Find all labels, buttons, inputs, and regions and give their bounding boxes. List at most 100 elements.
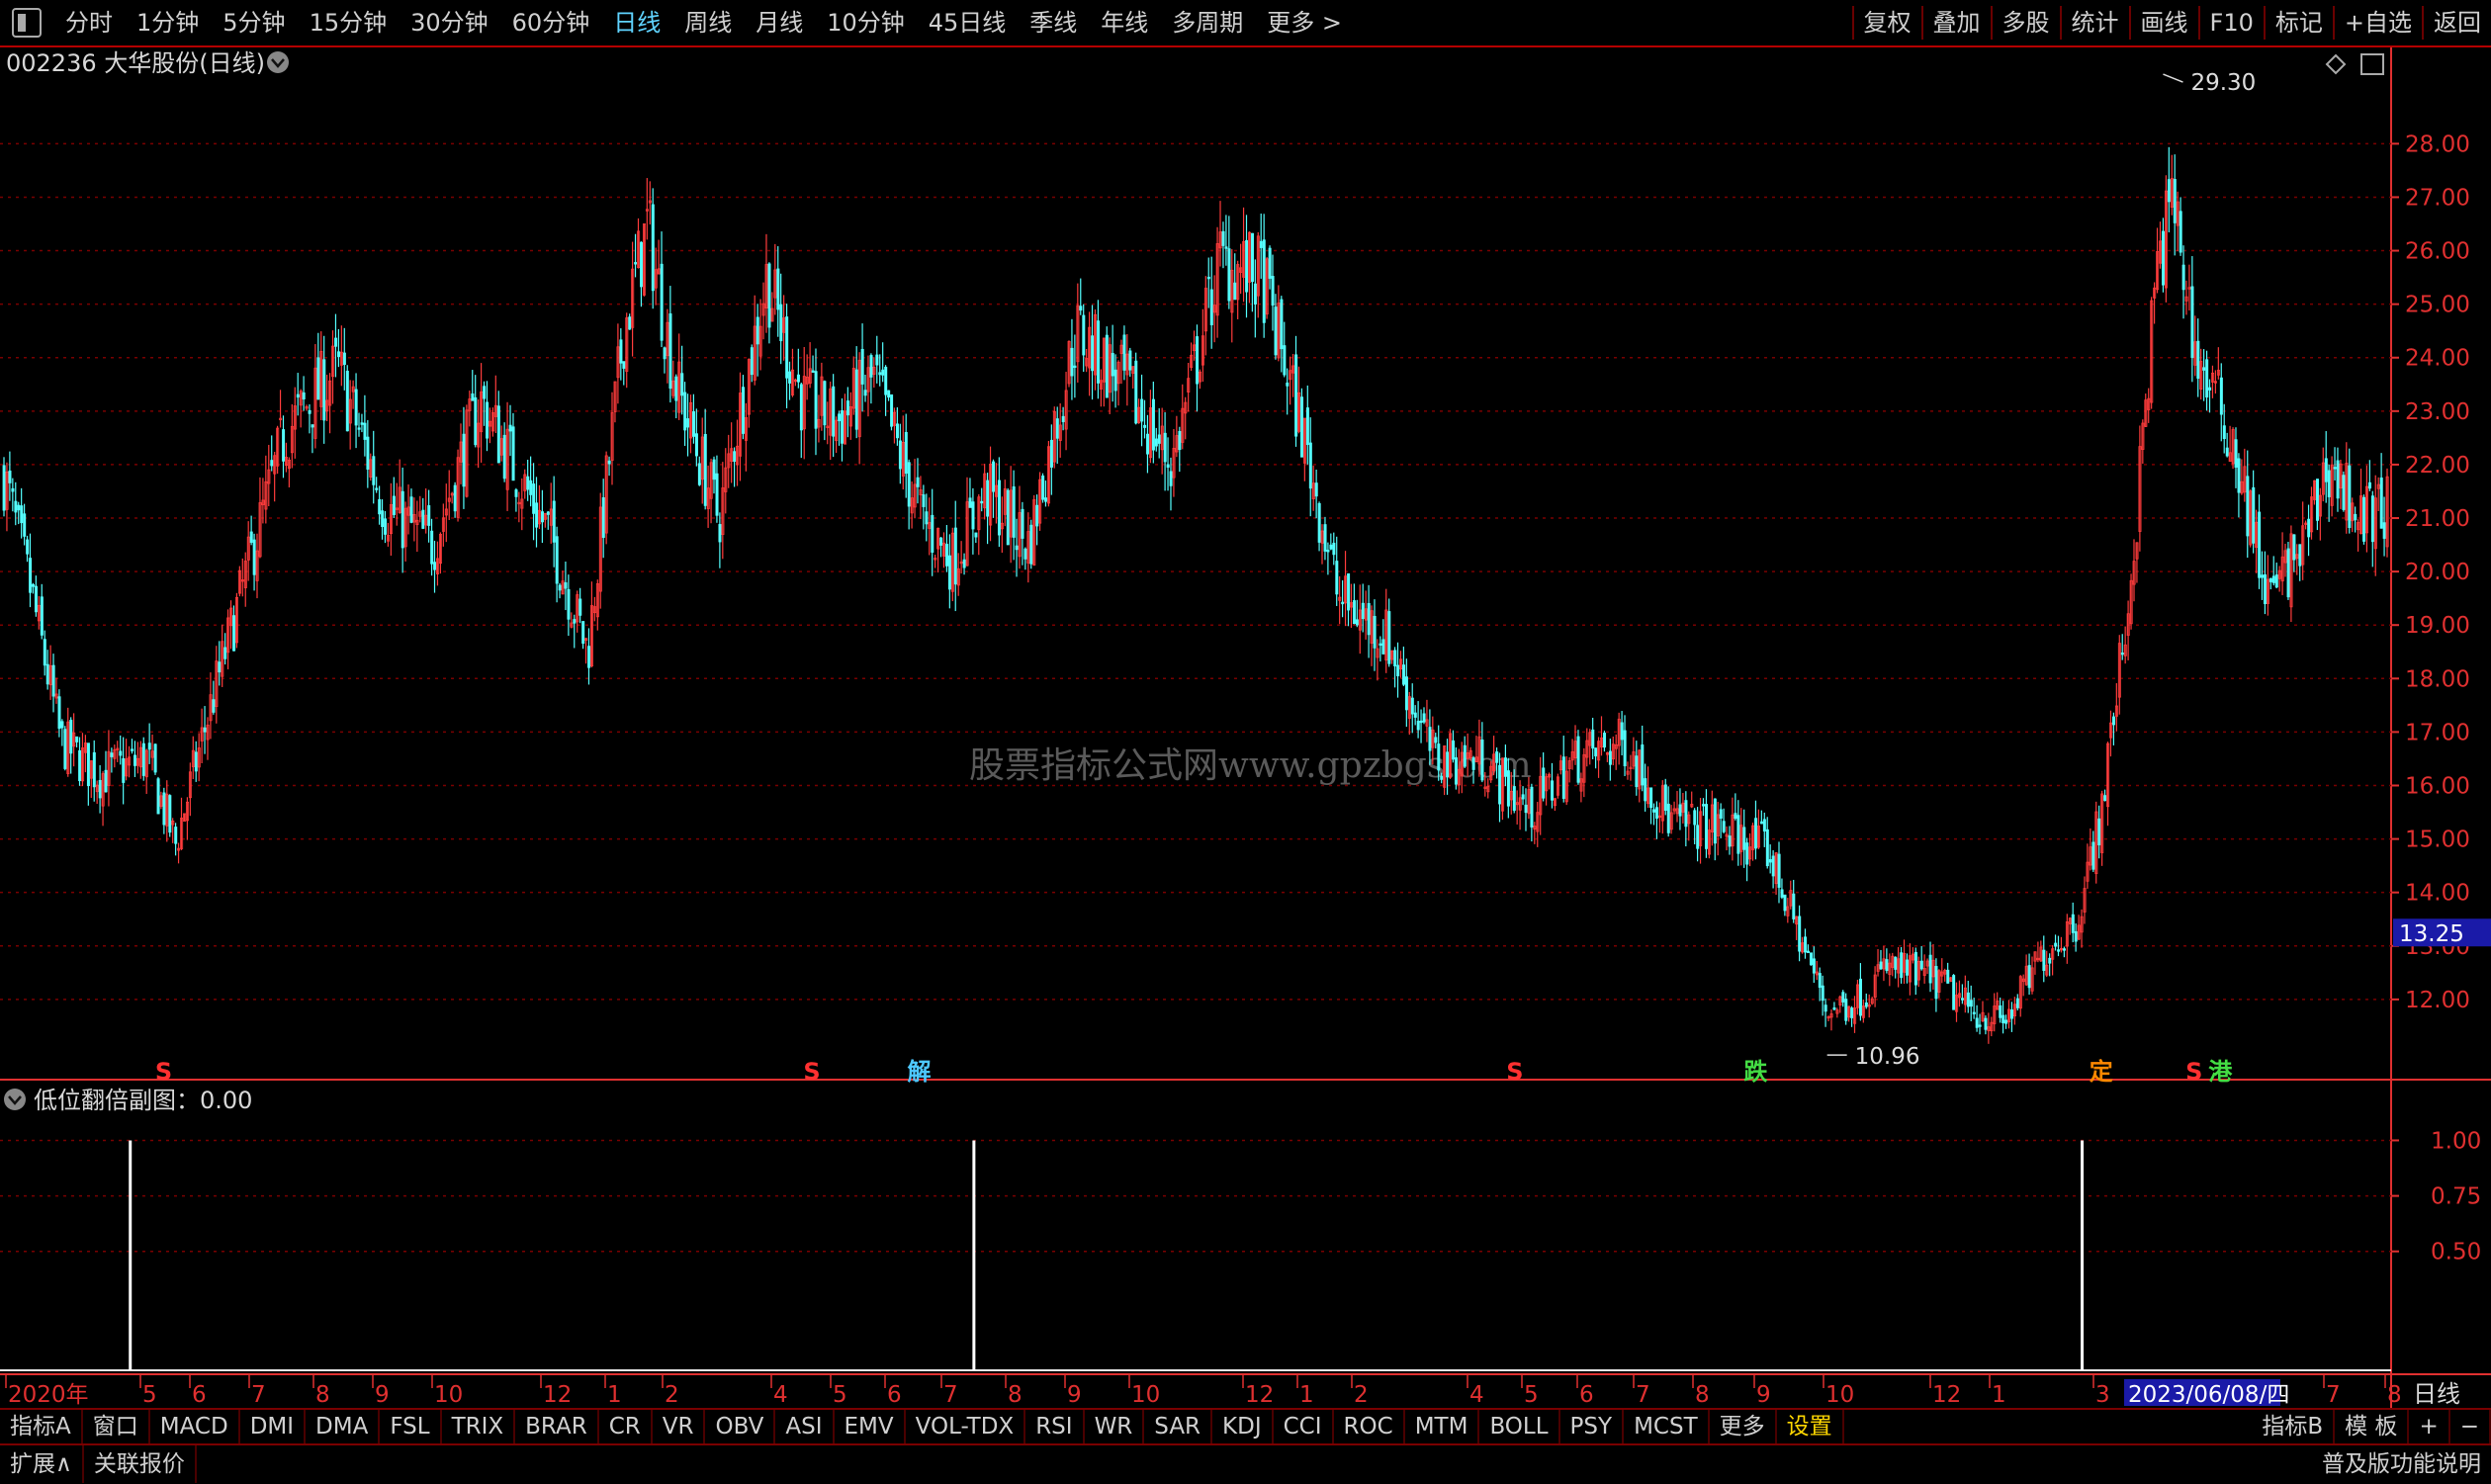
candle-body — [156, 778, 160, 815]
candle-body — [1480, 739, 1484, 781]
candle-body — [823, 381, 827, 426]
indicator-tab-19[interactable]: ROC — [1334, 1410, 1405, 1443]
indicator-tab-20[interactable]: MTM — [1405, 1410, 1480, 1443]
candle-body — [651, 204, 655, 292]
candle-body — [1006, 489, 1010, 546]
candle-body — [895, 423, 899, 439]
indicator-tab-12[interactable]: EMV — [835, 1410, 906, 1443]
candle-body — [841, 410, 845, 444]
candle-body — [2042, 949, 2046, 971]
indicator-tab-1[interactable]: 窗口 — [83, 1410, 150, 1443]
candle-body — [212, 699, 216, 713]
candle-body — [1082, 314, 1086, 356]
candle-body — [1166, 464, 1170, 468]
candle-body — [607, 460, 611, 465]
candle-body — [1355, 619, 1359, 626]
candle-body — [1259, 240, 1263, 248]
candle-body — [2208, 387, 2212, 391]
candle-body — [2219, 377, 2223, 415]
indicator-tab-0[interactable]: 指标A — [0, 1410, 83, 1443]
indicator-tab-4[interactable]: DMA — [306, 1410, 381, 1443]
indicator-tab-13[interactable]: VOL-TDX — [906, 1410, 1026, 1443]
candle-body — [34, 585, 38, 613]
candle-body — [1221, 230, 1225, 246]
candle-body — [1713, 798, 1717, 844]
feature-help-link[interactable]: 普及版功能说明 — [2312, 1451, 2491, 1477]
candle-body — [875, 354, 879, 366]
indicator-right-button-3[interactable]: − — [2450, 1410, 2491, 1443]
candle-body — [2015, 998, 2019, 1008]
indicator-tab-10[interactable]: OBV — [705, 1410, 776, 1443]
candle-body — [529, 480, 533, 495]
candle-body — [433, 562, 437, 570]
indicator-tab-9[interactable]: VR — [653, 1410, 706, 1443]
candle-body — [1146, 433, 1150, 455]
candle-body — [811, 370, 815, 373]
candle-body — [832, 386, 836, 437]
stock-title: 002236 大华股份(日线) — [6, 49, 265, 77]
kline-chart[interactable]: 28.0027.0026.0025.0024.0023.0022.0021.00… — [0, 0, 2491, 1484]
candle-body — [1975, 1017, 1979, 1028]
indicator-tab-18[interactable]: CCI — [1274, 1410, 1334, 1443]
indicator-right-button-0[interactable]: 指标B — [2252, 1410, 2336, 1443]
indicator-tab-25[interactable]: 设置 — [1777, 1410, 1844, 1443]
indicator-tab-17[interactable]: KDJ — [1212, 1410, 1274, 1443]
indicator-tab-3[interactable]: DMI — [240, 1410, 307, 1443]
candle-body — [453, 484, 457, 512]
candle-body — [2225, 447, 2229, 457]
candle-body — [619, 339, 623, 364]
candle-body — [1294, 354, 1298, 437]
indicator-tab-21[interactable]: BOLL — [1479, 1410, 1560, 1443]
candle-body — [1317, 502, 1321, 543]
indicator-tab-5[interactable]: FSL — [380, 1410, 442, 1443]
date-axis-label: 7 — [1636, 1382, 1650, 1408]
candle-body — [1015, 545, 1019, 551]
high-price-label: 29.30 — [2190, 70, 2256, 96]
candle-body — [1885, 959, 1889, 971]
candle-body — [2333, 467, 2337, 470]
candle-body — [845, 400, 849, 416]
candle-body — [337, 351, 341, 358]
candle-body — [11, 487, 15, 492]
candle-body — [1326, 550, 1330, 553]
indicator-tab-15[interactable]: WR — [1085, 1410, 1145, 1443]
indicator-tab-11[interactable]: ASI — [775, 1410, 835, 1443]
candle-body — [2370, 495, 2374, 543]
candle-body — [1919, 960, 1923, 970]
price-axis-label: 28.00 — [2405, 131, 2470, 157]
candle-body — [756, 316, 759, 345]
candle-body — [363, 422, 367, 440]
indicator-tab-24[interactable]: 更多 — [1710, 1410, 1777, 1443]
candle-body — [354, 389, 358, 426]
candle-body — [502, 434, 506, 480]
indicator-tab-23[interactable]: MCST — [1624, 1410, 1710, 1443]
candle-body — [986, 480, 990, 517]
indicator-tab-7[interactable]: BRAR — [515, 1410, 599, 1443]
indicator-tab-14[interactable]: RSI — [1025, 1410, 1085, 1443]
footer-button-0[interactable]: 扩展∧ — [0, 1445, 84, 1483]
candle-body — [1224, 246, 1228, 249]
indicator-tab-8[interactable]: CR — [599, 1410, 653, 1443]
candle-body — [663, 347, 667, 360]
indicator-tab-16[interactable]: SAR — [1144, 1410, 1213, 1443]
candle-body — [474, 396, 478, 446]
candle-body — [1844, 999, 1848, 1021]
candle-body — [939, 537, 943, 546]
candle-body — [1503, 757, 1507, 777]
indicator-tab-2[interactable]: MACD — [150, 1410, 240, 1443]
candle-body — [1495, 751, 1499, 763]
candle-body — [686, 418, 690, 428]
indicator-right-button-2[interactable]: + — [2409, 1410, 2450, 1443]
indicator-right-button-1[interactable]: 模 板 — [2335, 1410, 2410, 1443]
footer-button-1[interactable]: 关联报价 — [84, 1445, 197, 1483]
indicator-tab-22[interactable]: PSY — [1560, 1410, 1625, 1443]
candle-body — [1804, 936, 1808, 953]
candle-body — [1792, 893, 1796, 919]
candle-body — [270, 460, 274, 467]
candle-body — [622, 361, 626, 369]
indicator-tab-6[interactable]: TRIX — [442, 1410, 516, 1443]
candle-body — [1070, 347, 1074, 377]
candle-body — [2004, 1019, 2008, 1024]
candle-body — [1934, 966, 1938, 1000]
candle-body — [2264, 574, 2268, 605]
